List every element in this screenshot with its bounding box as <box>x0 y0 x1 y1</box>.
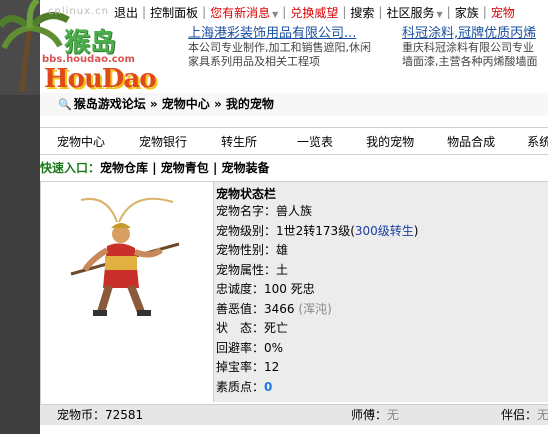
loyalty-row: 忠诚度：100 死忠 <box>214 280 548 300</box>
chevron-down-icon: ▼ <box>272 9 279 19</box>
ad-right-title[interactable]: 科冠涂料,冠牌优质丙烯 <box>402 27 538 41</box>
menu-overview[interactable]: 一览表 <box>297 133 333 150</box>
pet-gender-value: 雄 <box>276 243 289 257</box>
ad-right-line1: 重庆科冠涂料有限公司专业 <box>402 41 534 54</box>
evil-note: (浑沌) <box>298 301 332 316</box>
pet-menu: 宠物中心 宠物银行 转生所 一览表 我的宠物 物品合成 系统 <box>40 127 548 155</box>
pet-attr-label: 宠物属性： <box>216 262 277 277</box>
pet-name-value: 兽人族 <box>276 204 313 218</box>
quick-link-equipment[interactable]: 宠物装备 <box>222 161 270 175</box>
nav-control-panel[interactable]: 控制面板 <box>146 4 202 21</box>
pet-level-value: 1世2转173级( <box>276 223 355 238</box>
menu-pet-center[interactable]: 宠物中心 <box>57 133 105 150</box>
chevron-down-icon: ▼ <box>436 9 443 19</box>
logo-watermark: cnlinux.cn <box>48 6 110 17</box>
nav-family[interactable]: 家族 <box>451 4 483 21</box>
points-value: 0 <box>264 379 273 394</box>
nav-community-services-label: 社区服务 <box>386 5 435 20</box>
dodge-row: 回避率：0% <box>214 339 548 359</box>
quick-link-bag[interactable]: 宠物青包 <box>161 161 209 175</box>
points-row: 素质点：0 <box>214 378 548 398</box>
state-row: 状 态：死亡 <box>214 319 548 339</box>
pet-level-label: 宠物级别： <box>216 223 277 238</box>
coin-value: 72581 <box>105 408 144 422</box>
master-field: 师傅：无 <box>351 405 399 425</box>
pet-name-label: 宠物名字： <box>216 204 277 218</box>
menu-item-synthesis[interactable]: 物品合成 <box>447 133 495 150</box>
menu-rebirth[interactable]: 转生所 <box>221 133 257 150</box>
drop-label: 掉宝率： <box>216 360 265 374</box>
pet-image-cell <box>41 182 214 402</box>
pet-gender-row: 宠物性别：雄 <box>214 241 548 261</box>
state-value: 死亡 <box>264 321 289 335</box>
pet-name-row: 宠物名字：兽人族 <box>214 202 548 222</box>
ad-left-line2: 家具系列用品及相关工程项 <box>188 55 320 68</box>
nav-exchange-prestige[interactable]: 兑换威望 <box>286 4 342 21</box>
ad-right-line2: 墙面漆,主营各种丙烯酸墙面 <box>402 55 538 68</box>
master-value: 无 <box>387 408 400 422</box>
drop-row: 掉宝率：12 <box>214 358 548 378</box>
search-icon: 🔍 <box>58 98 72 111</box>
quick-divider: | <box>212 161 222 175</box>
breadcrumb: 🔍 猴岛游戏论坛 » 宠物中心 » 我的宠物 <box>40 93 548 116</box>
evil-label: 善恶值： <box>216 301 265 316</box>
monkey-king-pet-image <box>70 197 180 316</box>
ad-right[interactable]: 科冠涂料,冠牌优质丙烯 重庆科冠涂料有限公司专业 墙面漆,主营各种丙烯酸墙面 <box>402 27 538 69</box>
ad-left-line1: 本公司专业制作,加工和销售遮阳,休闲 <box>188 41 371 54</box>
pet-info-cell: 宠物状态栏 宠物名字：兽人族 宠物级别：1世2转173级(300级转生) 宠物性… <box>214 182 548 402</box>
pet-attr-value: 土 <box>276 262 289 277</box>
pet-gender-label: 宠物性别： <box>216 243 277 257</box>
nav-new-messages-label: 您有新消息 <box>210 5 271 20</box>
logo-wordmark: HouDao <box>44 64 157 92</box>
loyalty-label: 忠诚度： <box>216 282 265 296</box>
points-label: 素质点： <box>216 379 265 394</box>
pet-status-panel: 宠物状态栏 宠物名字：兽人族 宠物级别：1世2转173级(300级转生) 宠物性… <box>40 181 548 405</box>
breadcrumb-text[interactable]: 猴岛游戏论坛 » 宠物中心 » 我的宠物 <box>74 97 274 111</box>
ad-left-title[interactable]: 上海港彩装饰用品有限公司... <box>188 27 371 41</box>
rebirth-link[interactable]: 300级转生 <box>355 224 414 238</box>
nav-logout[interactable]: 退出 <box>110 4 142 21</box>
evil-value: 3466 <box>264 301 295 316</box>
master-label: 师傅： <box>351 408 388 422</box>
quick-entry-label: 快速入口： <box>40 161 101 175</box>
quick-entry: 快速入口：宠物仓库 | 宠物青包 | 宠物装备 <box>40 158 548 178</box>
status-title: 宠物状态栏 <box>216 187 277 201</box>
coin-label: 宠物币： <box>57 408 106 422</box>
nav-community-services[interactable]: 社区服务 ▼ <box>382 4 446 21</box>
menu-system[interactable]: 系统 <box>527 133 548 150</box>
evil-row: 善恶值：3466 (浑沌) <box>214 300 548 320</box>
pet-attr-row: 宠物属性：土 <box>214 261 548 281</box>
dodge-value: 0% <box>264 340 284 355</box>
quick-divider: | <box>152 161 161 175</box>
left-strip-lower <box>0 95 40 434</box>
nav-new-messages[interactable]: 您有新消息 ▼ <box>206 4 282 21</box>
nav-search[interactable]: 搜索 <box>346 4 378 21</box>
menu-pet-bank[interactable]: 宠物银行 <box>139 133 187 150</box>
pet-level-end: ) <box>413 223 419 238</box>
bottom-info-bar: 宠物币：72581 师傅：无 伴侣：无 <box>40 404 548 425</box>
partner-value: 无 <box>537 408 548 422</box>
loyalty-value: 100 死忠 <box>264 282 315 296</box>
menu-my-pets[interactable]: 我的宠物 <box>366 133 414 150</box>
pet-level-row: 宠物级别：1世2转173级(300级转生) <box>214 222 548 242</box>
quick-link-warehouse[interactable]: 宠物仓库 <box>100 161 148 175</box>
top-navigation: 退出 | 控制面板 | 您有新消息 ▼ | 兑换威望 | 搜索 | 社区服务 ▼ | 家族 | 宠… <box>110 2 548 22</box>
dodge-label: 回避率： <box>216 340 265 355</box>
drop-value: 12 <box>264 360 280 374</box>
state-label: 状 态： <box>216 321 265 335</box>
partner-field: 伴侣：无 <box>501 405 548 425</box>
nav-pets[interactable]: 宠物 <box>487 4 519 21</box>
coin-field: 宠物币：72581 <box>57 405 143 425</box>
ad-left[interactable]: 上海港彩装饰用品有限公司... 本公司专业制作,加工和销售遮阳,休闲 家具系列用… <box>188 27 371 69</box>
partner-label: 伴侣： <box>501 408 538 422</box>
